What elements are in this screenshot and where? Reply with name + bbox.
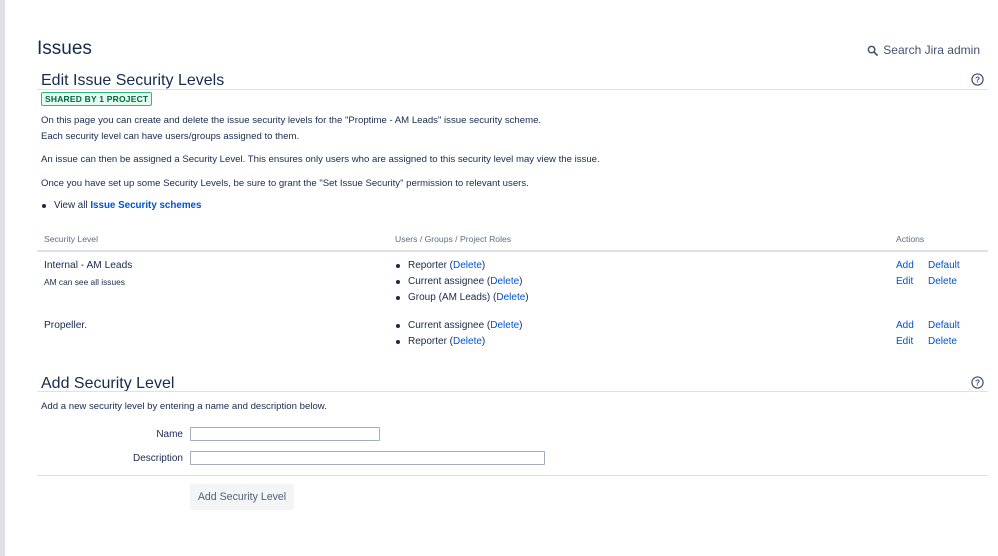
view-all-item: View all Issue Security schemes [41, 200, 201, 211]
member-label: Reporter ( [408, 260, 454, 271]
bullet-icon [396, 263, 400, 268]
delete-member-link[interactable]: Delete [453, 336, 482, 347]
add-member-link[interactable]: Add [896, 260, 914, 271]
search-icon [867, 45, 879, 56]
view-all-prefix: View all [54, 200, 88, 211]
name-field[interactable] [190, 427, 380, 441]
svg-text:?: ? [975, 378, 980, 388]
intro-text-line-2: Each security level can have users/group… [41, 131, 300, 142]
form-divider [37, 475, 988, 476]
edit-section-title: Edit Issue Security Levels [41, 72, 225, 89]
delete-level-link[interactable]: Delete [928, 336, 957, 347]
description-field[interactable] [190, 451, 545, 465]
shared-by-badge: SHARED BY 1 PROJECT [41, 92, 153, 106]
add-level-description: Add a new security level by entering a n… [41, 401, 327, 412]
security-level-name: Propeller. [44, 320, 88, 331]
delete-member-link[interactable]: Delete [453, 260, 482, 271]
delete-member-link[interactable]: Delete [490, 320, 519, 331]
bullet-icon [396, 295, 400, 300]
member-item: Current assignee (Delete) [395, 276, 523, 287]
set-default-link[interactable]: Default [928, 320, 960, 331]
add-member-link[interactable]: Add [896, 320, 914, 331]
member-label: Group (AM Leads) ( [408, 292, 497, 303]
table-header-divider [37, 250, 988, 252]
name-field-label: Name [156, 429, 183, 440]
column-header-security-level: Security Level [44, 234, 98, 244]
security-level-description: AM can see all issues [44, 277, 125, 287]
intro-text-line-3: An issue can then be assigned a Security… [41, 154, 600, 165]
member-item: Reporter (Delete) [395, 336, 485, 347]
security-level-name: Internal - AM Leads [44, 260, 133, 271]
help-icon[interactable]: ? [971, 73, 984, 86]
delete-member-link[interactable]: Delete [490, 276, 519, 287]
svg-text:?: ? [975, 75, 980, 85]
intro-text-line-4: Once you have set up some Security Level… [41, 178, 529, 189]
section-divider [37, 89, 988, 90]
page-title: Issues [37, 38, 92, 59]
member-label: Current assignee ( [408, 276, 491, 287]
member-item: Current assignee (Delete) [395, 320, 523, 331]
intro-text-line-1: On this page you can create and delete t… [41, 115, 542, 126]
help-icon[interactable]: ? [971, 376, 984, 389]
delete-level-link[interactable]: Delete [928, 276, 957, 287]
section-divider [37, 391, 988, 392]
search-jira-admin-label: Search Jira admin [883, 43, 980, 57]
column-header-users-groups: Users / Groups / Project Roles [395, 234, 512, 244]
member-item: Group (AM Leads) (Delete) [395, 292, 529, 303]
paren-close: ) [481, 260, 486, 271]
edit-level-link[interactable]: Edit [896, 276, 913, 287]
member-label: Current assignee ( [408, 320, 491, 331]
add-security-level-button[interactable]: Add Security Level [190, 484, 294, 510]
paren-close: ) [481, 336, 486, 347]
description-field-label: Description [132, 453, 183, 464]
edit-level-link[interactable]: Edit [896, 336, 913, 347]
bullet-icon [396, 323, 400, 328]
paren-close: ) [519, 276, 523, 287]
delete-member-link[interactable]: Delete [496, 292, 525, 303]
left-edge-border [0, 0, 5, 556]
member-label: Reporter ( [408, 336, 454, 347]
paren-close: ) [525, 292, 529, 303]
bullet-icon [42, 203, 46, 208]
search-jira-admin-link[interactable]: Search Jira admin [867, 43, 980, 57]
bullet-icon [396, 279, 400, 284]
bullet-icon [396, 339, 400, 344]
issue-security-schemes-link[interactable]: Issue Security schemes [90, 200, 201, 211]
member-item: Reporter (Delete) [395, 260, 485, 271]
column-header-actions: Actions [896, 234, 925, 244]
set-default-link[interactable]: Default [928, 260, 960, 271]
paren-close: ) [519, 320, 523, 331]
